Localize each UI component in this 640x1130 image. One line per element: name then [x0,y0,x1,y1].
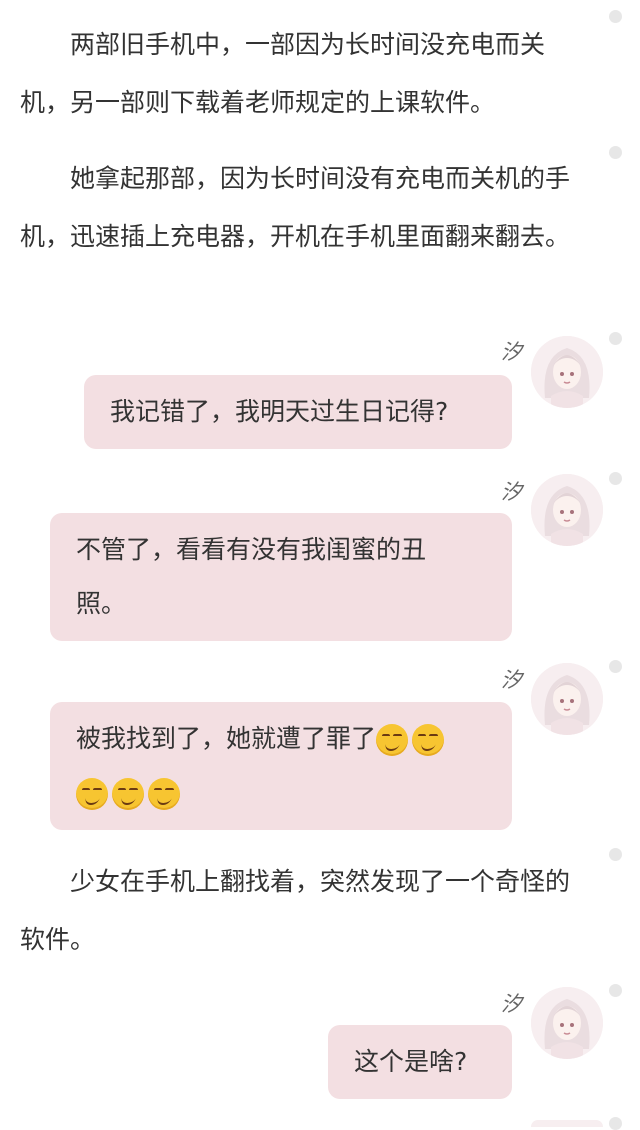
smirk-emoji-icon [148,778,180,810]
message-text: 这个是啥? [354,1047,468,1076]
avatar-portrait-icon [531,987,603,1059]
avatar[interactable] [531,474,603,546]
narration-paragraph: 少女在手机上翻找着，突然发现了一个奇怪的软件。 [20,867,571,954]
avatar[interactable] [531,1120,603,1127]
sender-name: 汐 [501,340,522,364]
comment-dot[interactable] [609,146,622,159]
sender-name: 汐 [501,992,522,1016]
comment-dot[interactable] [609,10,622,23]
smirk-emoji-icon [76,778,108,810]
message-bubble[interactable]: 被我找到了，她就遭了罪了 [50,702,512,830]
narration-paragraph: 她拿起那部，因为长时间没有充电而关机的手机，迅速插上充电器，开机在手机里面翻来翻… [20,164,571,251]
sender-name: 汐 [501,668,522,692]
message-text: 照。 [76,589,127,618]
comment-dot[interactable] [609,848,622,861]
message-bubble[interactable]: 这个是啥? [328,1025,512,1099]
avatar[interactable] [531,663,603,735]
narration-paragraph: 两部旧手机中，一部因为长时间没充电而关机，另一部则下载着老师规定的上课软件。 [20,30,546,117]
avatar-portrait-icon [531,336,603,408]
avatar[interactable] [531,987,603,1059]
message-text: 不管了，看看有没有我闺蜜的丑 [76,535,427,564]
comment-dot[interactable] [609,984,622,997]
avatar-portrait-icon [531,663,603,735]
message-bubble[interactable]: 不管了，看看有没有我闺蜜的丑 照。 [50,513,512,641]
message-text: 被我找到了，她就遭了罪了 [76,724,377,753]
comment-dot[interactable] [609,332,622,345]
comment-dot[interactable] [609,660,622,673]
message-text: 我记错了，我明天过生日记得? [110,397,449,426]
smirk-emoji-icon [412,724,445,756]
message-bubble[interactable]: 我记错了，我明天过生日记得? [84,375,512,449]
sender-name: 汐 [501,480,522,504]
smirk-emoji-icon [376,724,409,756]
avatar-portrait-icon [531,474,603,546]
avatar[interactable] [531,336,603,408]
comment-dot[interactable] [609,472,622,485]
comment-dot[interactable] [609,1117,622,1130]
smirk-emoji-icon [112,778,144,810]
